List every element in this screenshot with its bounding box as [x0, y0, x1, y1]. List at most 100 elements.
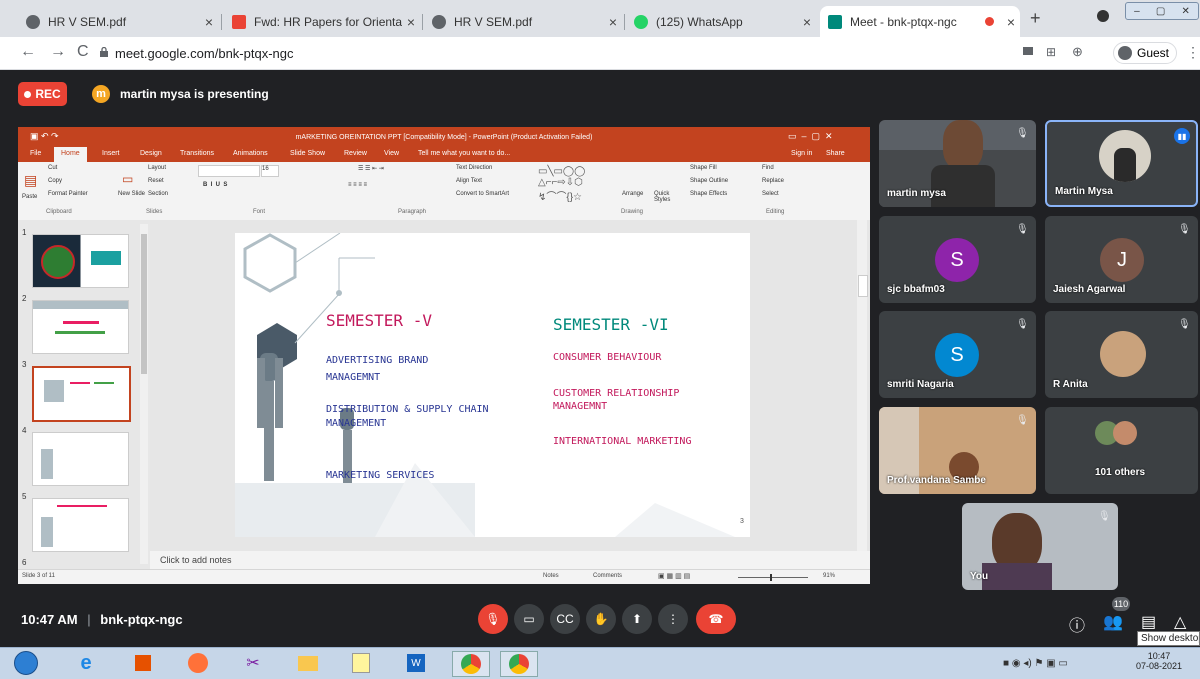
section-button[interactable]: Section [148, 191, 168, 197]
menu-slide-show[interactable]: Slide Show [290, 150, 325, 157]
start-button[interactable] [8, 651, 44, 675]
participant-tile[interactable]: 🎙 R Anita [1045, 311, 1198, 398]
menu-animations[interactable]: Animations [233, 150, 268, 157]
raise-hand-button[interactable]: ✋ [586, 604, 616, 634]
browser-tab[interactable]: HR V SEM.pdf × [424, 6, 622, 37]
slide-thumbnail[interactable] [32, 498, 129, 552]
new-slide-icon[interactable]: ▭ [122, 172, 133, 186]
participant-tile[interactable]: J 🎙 Jaiesh Agarwal [1045, 216, 1198, 303]
cut-button[interactable]: Cut [48, 165, 57, 171]
close-window-icon[interactable]: ✕ [1181, 6, 1189, 17]
participant-tile[interactable]: 🎙 martin mysa [879, 120, 1036, 207]
comments-toggle[interactable]: Comments [593, 573, 622, 579]
system-tray-icons[interactable]: ■ ◉ ◂) ⚑ ▣ ▭ [1003, 658, 1068, 669]
guest-profile-button[interactable]: Guest [1113, 42, 1177, 64]
menu-insert[interactable]: Insert [102, 150, 120, 157]
font-format-icons[interactable]: B I U S [203, 182, 227, 188]
notes-pane[interactable]: Click to add notes [150, 551, 870, 569]
slide-thumbnail[interactable] [32, 234, 129, 288]
people-icon[interactable]: 👥 [1103, 612, 1123, 632]
menu-review[interactable]: Review [344, 150, 367, 157]
participant-tile[interactable]: S 🎙 smriti Nagaria [879, 311, 1036, 398]
arrange-button[interactable]: Arrange [622, 191, 643, 197]
profile-menu-icon[interactable] [1097, 10, 1109, 22]
shape-effects-button[interactable]: Shape Effects [690, 191, 727, 197]
activities-icon[interactable]: △ [1174, 612, 1186, 632]
leave-call-button[interactable]: ☎ [696, 604, 736, 634]
text-direction-button[interactable]: Text Direction [456, 165, 492, 171]
thumbnail-scrollbar[interactable] [140, 224, 148, 564]
participant-tile-speaking[interactable]: ▮▮ Martin Mysa [1045, 120, 1198, 207]
save-icon[interactable]: ▣ ↶ ↷ [30, 131, 59, 142]
menu-transitions[interactable]: Transitions [180, 150, 214, 157]
menu-view[interactable]: View [384, 150, 399, 157]
participant-tile[interactable]: 🎙 Prof.vandana Sambe [879, 407, 1036, 494]
browser-tab[interactable]: HR V SEM.pdf × [18, 6, 218, 37]
camera-button[interactable]: ▭ [514, 604, 544, 634]
shapes-gallery[interactable]: ▭╲▭◯◯ △⌐⌐⇨⇩⬡ ↯⌒⌒{}☆ [538, 166, 585, 203]
camera-indicator-icon[interactable] [1023, 47, 1033, 55]
install-app-icon[interactable]: ⊞ [1046, 45, 1056, 59]
paste-icon[interactable]: ▤ [24, 172, 37, 189]
taskbar-app[interactable]: W [398, 651, 434, 675]
taskbar-media[interactable] [125, 651, 161, 675]
menu-design[interactable]: Design [140, 150, 162, 157]
close-tab-icon[interactable]: × [1002, 14, 1020, 30]
taskbar-notes[interactable] [343, 651, 379, 675]
font-name-input[interactable] [198, 165, 260, 177]
layout-button[interactable]: Layout [148, 165, 166, 171]
captions-button[interactable]: CC [550, 604, 580, 634]
taskbar-snipping[interactable]: ✂ [235, 651, 271, 675]
close-tab-icon[interactable]: × [402, 14, 420, 30]
slide-scrollbar[interactable] [857, 220, 868, 551]
reset-button[interactable]: Reset [148, 178, 164, 184]
taskbar-chrome-2[interactable] [500, 651, 538, 677]
menu-home[interactable]: Home [54, 147, 87, 162]
participant-tile[interactable]: S 🎙 sjc bbafm03 [879, 216, 1036, 303]
taskbar-ie[interactable]: e [68, 651, 104, 675]
chat-icon[interactable]: ▤ [1141, 612, 1156, 632]
shape-outline-button[interactable]: Shape Outline [690, 178, 728, 184]
forward-icon[interactable]: → [50, 43, 66, 61]
minimize-icon[interactable]: – [1134, 6, 1140, 17]
taskbar-firefox[interactable] [180, 651, 216, 675]
new-slide-button[interactable]: New Slide [118, 191, 145, 197]
zoom-level[interactable]: 91% [823, 573, 835, 579]
font-size-input[interactable]: 16 [261, 165, 279, 177]
more-options-button[interactable]: ⋮ [658, 604, 688, 634]
reload-icon[interactable]: C [77, 43, 89, 61]
ppt-window-controls[interactable]: ▭ – ▢ ✕ [788, 131, 833, 142]
replace-button[interactable]: Replace [762, 178, 784, 184]
taskbar-explorer[interactable] [290, 651, 326, 675]
back-icon[interactable]: ← [20, 43, 36, 61]
convert-smartart-button[interactable]: Convert to SmartArt [456, 191, 509, 197]
current-slide[interactable]: SEMESTER -V ADVERTISING BRAND MANAGEMNT … [235, 233, 750, 537]
bullets-icon[interactable]: ☰ ☰ ⇤ ⇥ [358, 165, 384, 172]
self-view-tile[interactable]: 🎙 You [962, 503, 1118, 590]
shape-fill-button[interactable]: Shape Fill [690, 165, 717, 171]
close-tab-icon[interactable]: × [200, 14, 218, 30]
align-icons[interactable]: ≡ ≡ ≡ ≡ [348, 182, 367, 188]
browser-tab-active[interactable]: Meet - bnk-ptqx-ngc × [820, 6, 1020, 37]
notes-toggle[interactable]: Notes [543, 573, 559, 579]
browser-tab[interactable]: (125) WhatsApp × [626, 6, 816, 37]
slide-thumbnail[interactable] [32, 432, 129, 486]
close-tab-icon[interactable]: × [798, 14, 816, 30]
view-buttons[interactable]: ▣ ▦ ▥ ▤ [658, 572, 690, 580]
close-tab-icon[interactable]: × [604, 14, 622, 30]
taskbar-chrome[interactable] [452, 651, 490, 677]
sign-in-link[interactable]: Sign in [791, 150, 812, 157]
url-input[interactable]: meet.google.com/bnk-ptqx-ngc [115, 46, 293, 61]
share-button[interactable]: Share [826, 150, 845, 157]
paste-button[interactable]: Paste [22, 194, 37, 200]
browser-menu-icon[interactable]: ⋮ [1186, 44, 1200, 61]
taskbar-clock[interactable]: 10:47 07-08-2021 [1136, 651, 1182, 671]
others-tile[interactable]: 101 others [1045, 407, 1198, 494]
mic-off-button[interactable]: 🎙 [478, 604, 508, 634]
select-button[interactable]: Select [762, 191, 779, 197]
browser-tab[interactable]: Fwd: HR Papers for Orientation × [224, 6, 420, 37]
zoom-slider[interactable] [738, 574, 808, 581]
slide-thumbnail-active[interactable] [32, 366, 131, 422]
tell-me-search[interactable]: Tell me what you want to do... [418, 150, 510, 157]
maximize-icon[interactable]: ▢ [1156, 6, 1165, 17]
